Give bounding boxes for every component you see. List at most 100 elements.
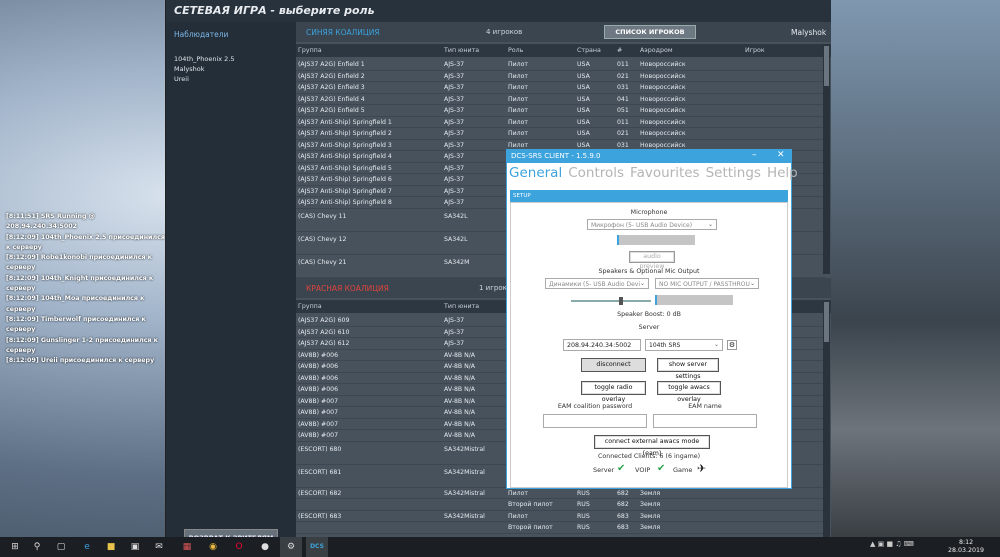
microphone-select-value: Микрофон (5- USB Audio Device)	[591, 222, 693, 229]
start-icon[interactable]: ⊞	[4, 537, 26, 557]
opera-icon[interactable]: O	[228, 537, 250, 557]
eam-name-field[interactable]	[653, 414, 757, 428]
audio-preview-button[interactable]: audio preview	[629, 251, 675, 270]
table-cell: Второй пилот	[508, 524, 553, 531]
tab-controls[interactable]: Controls	[568, 165, 624, 181]
mic-level-fill	[617, 235, 619, 245]
player-list-button[interactable]: СПИСОК ИГРОКОВ	[604, 25, 696, 39]
mail-icon[interactable]: ✉	[148, 537, 170, 557]
close-icon[interactable]: ✕	[777, 150, 785, 160]
table-cell: AJS-37	[444, 164, 465, 172]
connect-eam-button[interactable]: connect external awacs mode (eam)	[594, 435, 710, 457]
server-address-field[interactable]: 208.94.240.34:5002	[563, 339, 641, 351]
column-header[interactable]: Тип юнита	[444, 303, 479, 310]
save-icon[interactable]: ▦	[176, 537, 198, 557]
srs-title: DCS-SRS CLIENT - 1.5.9.0	[511, 152, 601, 160]
speaker-select[interactable]: Динамики (5- USB Audio Devi ⌄	[545, 278, 649, 289]
server-connected-icon: ✔	[617, 463, 626, 474]
table-cell: AJS-37	[444, 84, 465, 91]
table-cell: USA	[577, 130, 590, 137]
tab-settings[interactable]: Settings	[706, 165, 761, 181]
table-cell: Новороссийск	[640, 61, 686, 68]
search-icon[interactable]: ⚲	[26, 537, 48, 557]
table-cell: SA342L	[444, 212, 468, 220]
table-cell: USA	[577, 118, 590, 126]
table-cell: AJS-37	[444, 130, 465, 137]
spectator-item[interactable]: 104th_Phoenix 2.5	[174, 55, 235, 63]
table-cell: (ESCORT) 682	[298, 489, 342, 497]
scroll-thumb[interactable]	[824, 46, 829, 86]
table-cell: Земля	[640, 501, 661, 508]
table-cell: AV-8B N/A	[444, 409, 476, 416]
table-row[interactable]: (AJS37 A2G) Enfield 4 AJS-37 Пилот USA 041 Но…	[296, 94, 826, 105]
show-server-settings-button[interactable]: show server settings	[657, 358, 719, 380]
table-cell: (AJS37 Anti-Ship) Springfield 1	[298, 118, 392, 126]
speaker-volume-slider[interactable]	[571, 297, 651, 305]
table-cell: AJS-37	[444, 61, 465, 68]
clock[interactable]: 8:12 28.03.2019	[948, 539, 984, 555]
table-row[interactable]: (AJS37 A2G) Enfield 5 AJS-37 Пилот USA 051 Но…	[296, 105, 826, 117]
table-cell: AV-8B N/A	[444, 363, 476, 370]
column-header[interactable]: Тип юнита	[444, 47, 479, 54]
store-icon[interactable]: ▣	[124, 537, 146, 557]
eam-password-field[interactable]	[543, 414, 647, 428]
disconnect-button[interactable]: disconnect	[581, 358, 646, 372]
chevron-down-icon: ⌄	[707, 221, 713, 228]
table-row[interactable]: Второй пилот RUS 683 Земля	[296, 522, 826, 534]
column-header[interactable]: Аэродром	[640, 47, 673, 54]
blue-scrollbar[interactable]	[823, 44, 830, 274]
table-cell: AV-8B N/A	[444, 432, 476, 439]
table-row[interactable]: (AJS37 A2G) Enfield 3 AJS-37 Пилот USA 031 Но…	[296, 82, 826, 94]
folder-icon[interactable]: ■	[100, 537, 122, 557]
table-cell: Пилот	[508, 141, 529, 149]
column-header[interactable]: Страна	[577, 47, 601, 54]
table-row[interactable]: (AJS37 Anti-Ship) Springfield 2 AJS-37 Пил…	[296, 128, 826, 140]
blue-column-headers: Группа Тип юнита Роль Страна # Аэродром Игрок	[296, 44, 831, 57]
column-header[interactable]: Группа	[298, 47, 322, 54]
table-cell: (AJS37 Anti-Ship) Springfield 5	[298, 164, 392, 172]
column-header[interactable]: Роль	[508, 47, 523, 54]
scroll-thumb[interactable]	[824, 302, 829, 342]
toggle-radio-overlay-button[interactable]: toggle radio overlay	[581, 381, 646, 403]
edge-icon[interactable]: e	[76, 537, 98, 557]
minimize-icon[interactable]: –	[752, 150, 757, 160]
table-row[interactable]: (ESCORT) 683 SA342Mistral Пилот RUS 683 Земля	[296, 511, 826, 522]
slider-knob[interactable]	[619, 297, 623, 305]
table-row[interactable]: Второй пилот RUS 682 Земля	[296, 499, 826, 511]
spectator-item[interactable]: Ureii	[174, 75, 189, 83]
table-cell: SA342Mistral	[444, 489, 485, 497]
table-row[interactable]: (ESCORT) 682 SA342Mistral Пилот RUS 682 Земля	[296, 488, 826, 499]
column-header[interactable]: #	[617, 47, 622, 54]
table-row[interactable]: (AJS37 A2G) Enfield 2 AJS-37 Пилот USA 021 Но…	[296, 71, 826, 82]
tab-general[interactable]: General	[509, 165, 562, 181]
red-scrollbar[interactable]	[823, 300, 830, 537]
tab-help[interactable]: Help	[767, 165, 798, 181]
column-header[interactable]: Игрок	[745, 47, 765, 54]
mic-output-select[interactable]: NO MIC OUTPUT / PASSTHROU ⌄	[655, 278, 759, 289]
table-cell: 011	[617, 61, 629, 68]
chat-message: [8:12:09] Timberwolf присоединился к сер…	[6, 315, 146, 334]
toggle-awacs-overlay-button[interactable]: toggle awacs overlay	[657, 381, 721, 403]
table-cell: USA	[577, 84, 590, 91]
table-cell: Пилот	[508, 95, 529, 103]
spectator-item[interactable]: Malyshok	[174, 65, 205, 73]
chrome-icon[interactable]: ◉	[202, 537, 224, 557]
tab-favourites[interactable]: Favourites	[630, 165, 700, 181]
table-cell: Пилот	[508, 72, 529, 80]
dcs-icon[interactable]: ⚙	[280, 537, 302, 557]
system-tray[interactable]: ▲ ▣ ■ ♫ ⌨	[870, 540, 914, 548]
table-row[interactable]: (AJS37 A2G) Enfield 1 AJS-37 Пилот USA 011 Но…	[296, 59, 826, 71]
mic-output-select-value: NO MIC OUTPUT / PASSTHROU	[659, 281, 750, 288]
table-cell: 021	[617, 130, 629, 137]
app-icon[interactable]: ●	[254, 537, 276, 557]
table-cell: (ESCORT) 681	[298, 468, 342, 476]
server-select[interactable]: 104th SRS ⌄	[645, 339, 723, 351]
microphone-select[interactable]: Микрофон (5- USB Audio Device) ⌄	[587, 219, 717, 230]
table-cell: AJS-37	[444, 141, 465, 149]
table-cell: (ESCORT) 683	[298, 512, 342, 520]
gear-icon[interactable]: ⚙	[727, 340, 737, 350]
column-header[interactable]: Группа	[298, 303, 322, 310]
table-row[interactable]: (AJS37 Anti-Ship) Springfield 1 AJS-37 Пил…	[296, 117, 826, 128]
srs-taskbar-icon[interactable]: DCS	[306, 537, 328, 557]
task-view-icon[interactable]: ▢	[50, 537, 72, 557]
